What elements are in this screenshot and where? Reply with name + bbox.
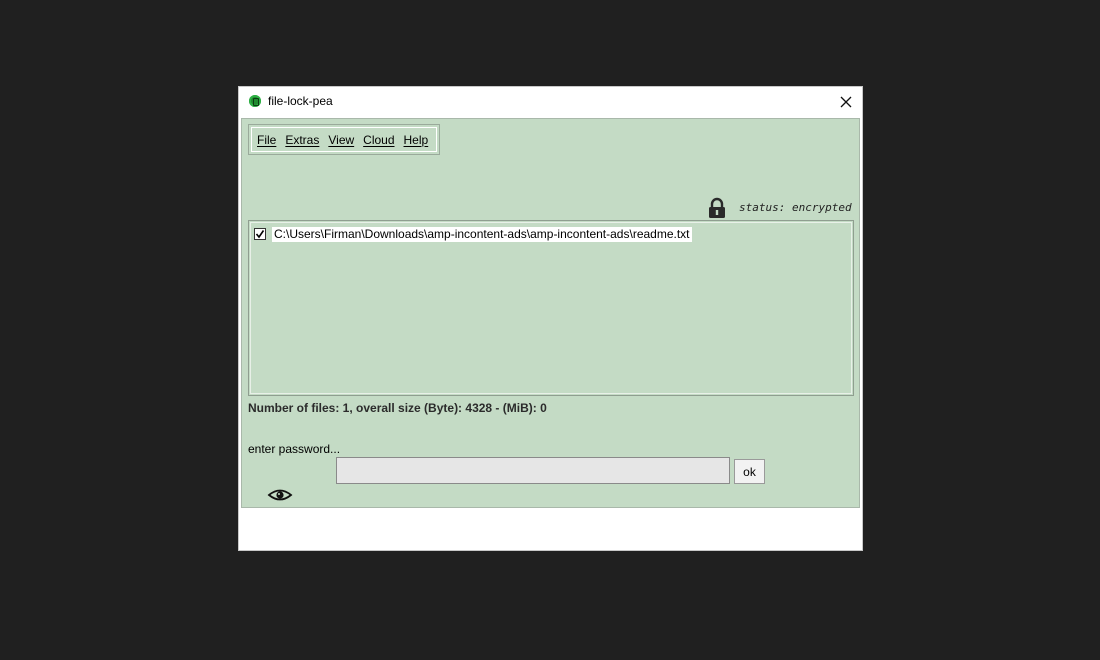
app-window: file-lock-pea File Extras View Cloud Hel… — [238, 86, 863, 551]
password-label: enter password... — [248, 442, 341, 456]
lock-icon — [709, 197, 725, 218]
file-summary: Number of files: 1, overall size (Byte):… — [248, 401, 547, 415]
file-row[interactable]: C:\Users\Firman\Downloads\amp-incontent-… — [254, 226, 692, 242]
menu-view[interactable]: View — [328, 133, 354, 147]
eye-icon[interactable] — [267, 487, 293, 503]
close-icon — [840, 96, 852, 108]
checkmark-icon — [255, 230, 265, 239]
file-list[interactable]: C:\Users\Firman\Downloads\amp-incontent-… — [248, 220, 854, 396]
menu-help[interactable]: Help — [404, 133, 429, 147]
main-panel: File Extras View Cloud Help status: encr… — [241, 118, 860, 508]
menu-extras[interactable]: Extras — [285, 133, 319, 147]
menu-bar: File Extras View Cloud Help — [248, 124, 440, 155]
close-button[interactable] — [830, 87, 862, 117]
app-logo-icon — [249, 95, 261, 107]
file-path: C:\Users\Firman\Downloads\amp-incontent-… — [272, 226, 692, 242]
status-label: status: encrypted — [739, 201, 852, 214]
menu-cloud[interactable]: Cloud — [363, 133, 394, 147]
file-checkbox[interactable] — [254, 228, 266, 240]
password-field[interactable] — [336, 457, 730, 484]
file-list-inner: C:\Users\Firman\Downloads\amp-incontent-… — [250, 222, 852, 394]
menu-file[interactable]: File — [257, 133, 276, 147]
menu-bar-inner: File Extras View Cloud Help — [251, 127, 437, 152]
window-title: file-lock-pea — [268, 94, 333, 108]
desktop: file-lock-pea File Extras View Cloud Hel… — [0, 0, 1100, 660]
ok-button[interactable]: ok — [734, 459, 765, 484]
title-bar[interactable]: file-lock-pea — [239, 87, 862, 117]
